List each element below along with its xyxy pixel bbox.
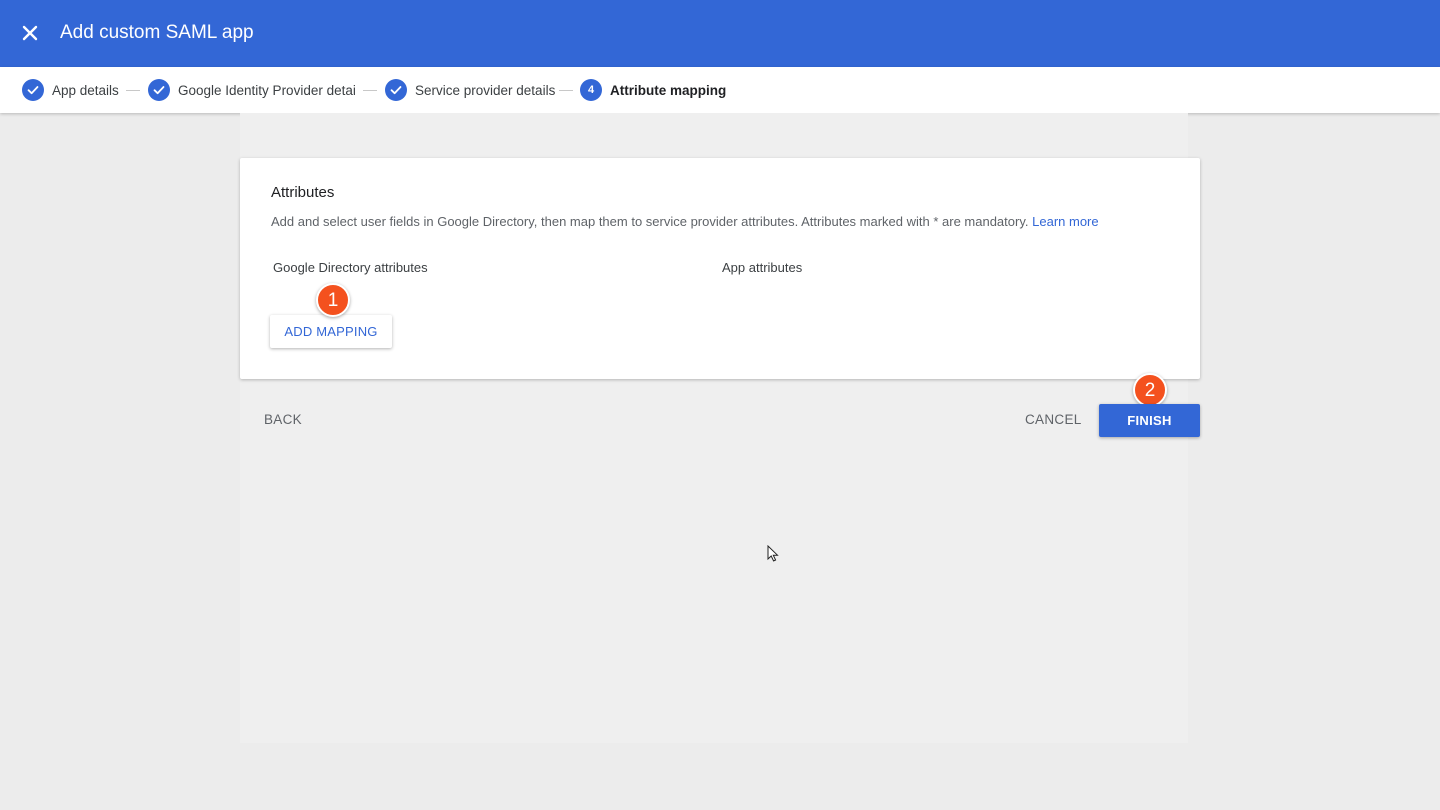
cancel-button[interactable]: CANCEL (1025, 412, 1082, 427)
finish-button[interactable]: FINISH (1099, 404, 1200, 437)
back-button[interactable]: BACK (264, 412, 302, 427)
close-icon[interactable] (18, 21, 42, 45)
page-title: Add custom SAML app (60, 22, 254, 43)
step-label: App details (52, 82, 119, 98)
callout-badge: 1 (316, 283, 350, 317)
stepper: App details Google Identity Provider det… (0, 67, 1440, 113)
step-label: Attribute mapping (610, 82, 727, 98)
app-header: Add custom SAML app (0, 0, 1440, 67)
step-label: Service provider details (415, 82, 556, 98)
step-app-details[interactable]: App details (22, 67, 119, 113)
callout-badge: 2 (1133, 373, 1167, 407)
step-service-provider-details[interactable]: Service provider details (385, 67, 555, 113)
directory-attributes-header: Google Directory attributes (273, 260, 428, 275)
step-number-badge: 4 (580, 79, 602, 101)
step-attribute-mapping[interactable]: 4 Attribute mapping (580, 67, 726, 113)
step-connector (559, 90, 573, 91)
add-mapping-button[interactable]: ADD MAPPING (270, 315, 392, 348)
check-icon (148, 79, 170, 101)
step-idp-details[interactable]: Google Identity Provider detail: (148, 67, 356, 113)
step-connector (126, 90, 140, 91)
step-label: Google Identity Provider detail: (178, 82, 356, 98)
step-connector (363, 90, 377, 91)
check-icon (22, 79, 44, 101)
mouse-cursor-icon (767, 544, 779, 567)
learn-more-link[interactable]: Learn more (1032, 214, 1098, 229)
description-text: Add and select user fields in Google Dir… (271, 214, 1029, 229)
attributes-card: Attributes Add and select user fields in… (240, 158, 1200, 379)
app-attributes-header: App attributes (722, 260, 803, 275)
card-description: Add and select user fields in Google Dir… (271, 214, 1099, 229)
check-icon (385, 79, 407, 101)
card-title: Attributes (271, 184, 335, 201)
